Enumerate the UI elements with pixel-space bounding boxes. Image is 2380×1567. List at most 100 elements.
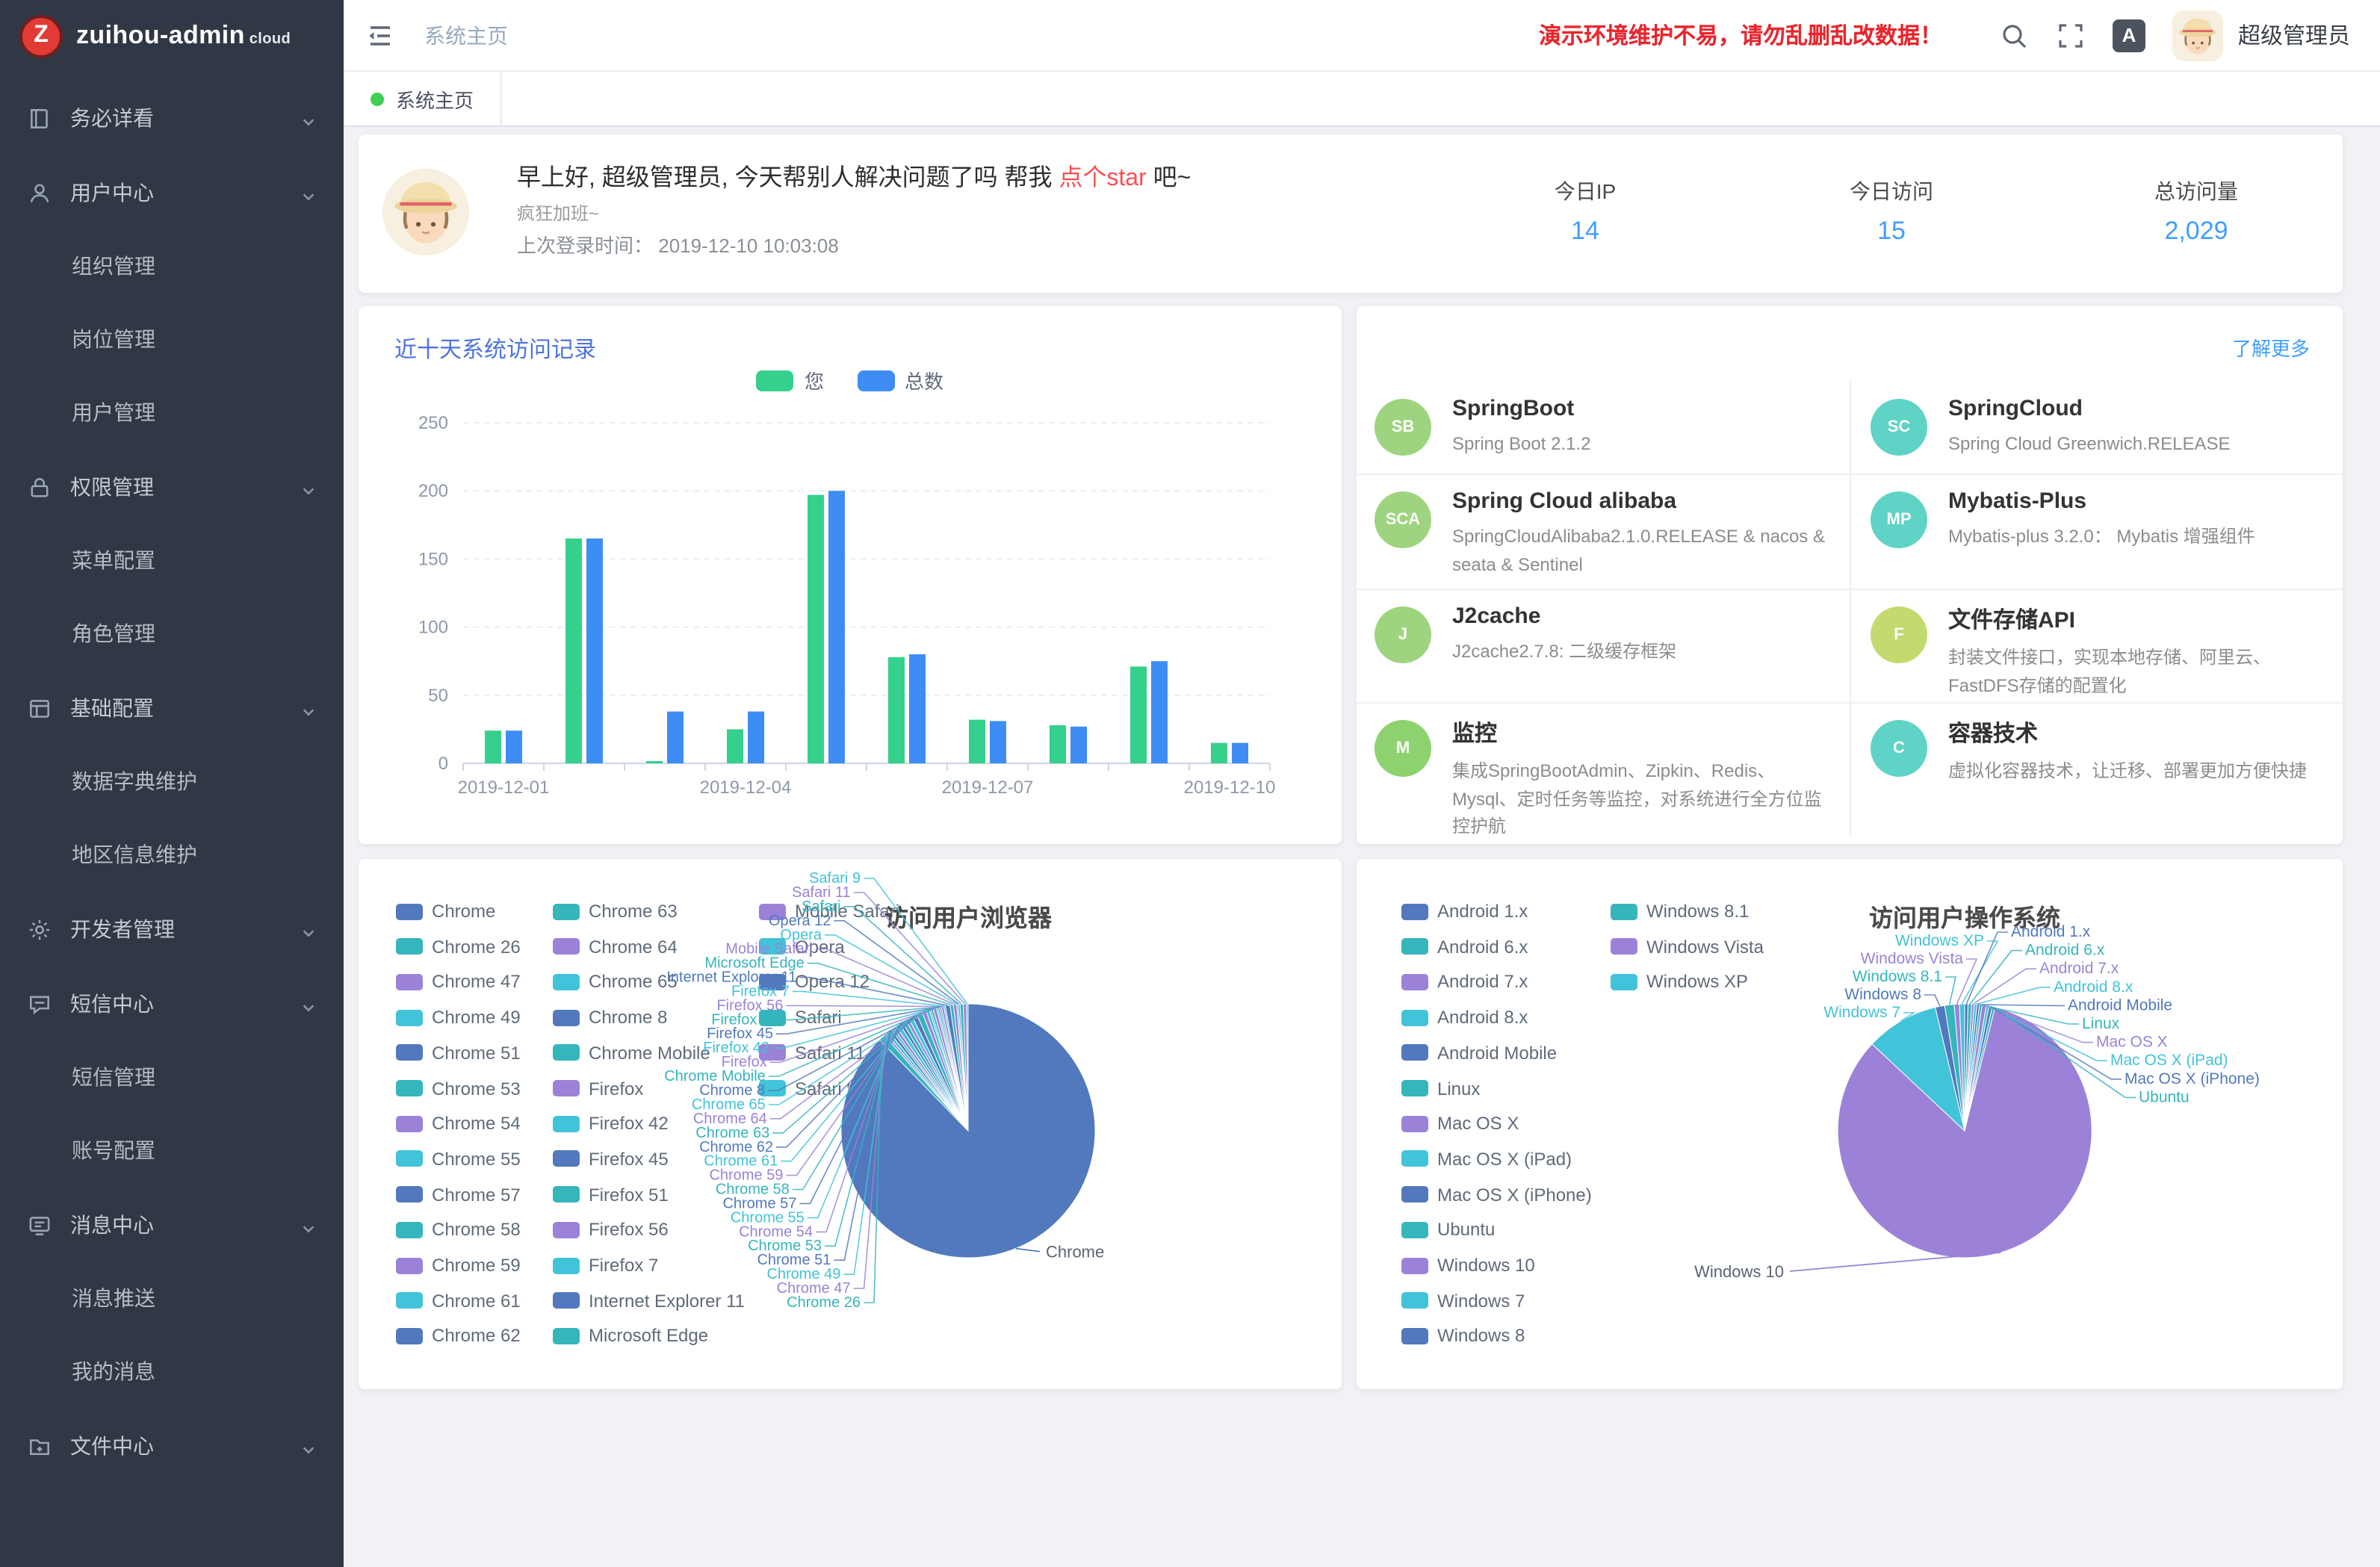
legend-item[interactable]: Safari 11 — [759, 1043, 865, 1064]
stat-2: 总访问量2,029 — [2107, 176, 2286, 246]
legend-item[interactable]: 您 — [757, 366, 824, 394]
chevron-down-icon — [300, 479, 317, 495]
legend-item[interactable]: Chrome 26 — [396, 936, 521, 957]
legend-item[interactable]: Chrome 63 — [553, 901, 678, 922]
legend-item[interactable]: Chrome 59 — [396, 1255, 521, 1276]
sidebar-item-label: 务必详看 — [70, 103, 300, 133]
legend-label: Windows 8 — [1437, 1326, 1525, 1347]
legend-item[interactable]: Windows Vista — [1611, 936, 1764, 957]
legend-swatch — [1401, 938, 1428, 955]
legend-item[interactable]: Android 6.x — [1401, 936, 1528, 957]
legend-item[interactable]: Windows 7 — [1401, 1290, 1525, 1311]
legend-item[interactable]: Ubuntu — [1401, 1220, 1495, 1241]
legend-item[interactable]: Opera — [759, 936, 845, 957]
legend-item[interactable]: Chrome 57 — [396, 1184, 521, 1205]
legend-item[interactable]: Chrome 62 — [396, 1326, 521, 1347]
legend-item[interactable]: Chrome 58 — [396, 1220, 521, 1241]
legend-item[interactable]: Firefox — [553, 1078, 643, 1099]
collapse-menu-icon[interactable] — [365, 20, 394, 50]
sidebar-subitem[interactable]: 岗位管理 — [0, 303, 344, 376]
sidebar-item-3[interactable]: 基础配置 — [0, 671, 344, 745]
legend-label: Android 8.x — [1437, 1007, 1528, 1028]
app-logo[interactable]: Z zuihou-admincloud — [0, 0, 344, 72]
sidebar-subitem[interactable]: 组织管理 — [0, 230, 344, 303]
legend-item[interactable]: Firefox 7 — [553, 1255, 658, 1276]
legend-swatch — [759, 938, 786, 955]
legend-label: Chrome 65 — [589, 972, 678, 993]
sidebar-subitem[interactable]: 数据字典维护 — [0, 745, 344, 819]
sidebar-subitem[interactable]: 账号配置 — [0, 1114, 344, 1188]
legend-item[interactable]: Safari — [759, 1007, 842, 1028]
star-link[interactable]: 点个star — [1059, 166, 1146, 191]
sidebar-subitem[interactable]: 用户管理 — [0, 376, 344, 450]
sidebar-item-label: 短信中心 — [70, 989, 300, 1019]
username[interactable]: 超级管理员 — [2238, 19, 2350, 51]
tab-home[interactable]: 系统主页 — [344, 72, 502, 125]
legend-item[interactable]: Chrome 61 — [396, 1290, 521, 1311]
legend-item[interactable]: Chrome Mobile — [553, 1043, 710, 1064]
legend-item[interactable]: Android 7.x — [1401, 972, 1528, 993]
legend-item[interactable]: Mac OS X — [1401, 1113, 1519, 1134]
browser-pie-legend: Chrome Chrome 26 Chrome 47 Chrome 49 Chrome … — [359, 859, 1342, 1389]
chevron-down-icon — [300, 1438, 317, 1454]
legend-item[interactable]: Internet Explorer 11 — [553, 1290, 745, 1311]
svg-text:2019-12-07: 2019-12-07 — [942, 778, 1034, 798]
svg-text:250: 250 — [418, 413, 448, 433]
sidebar-item-6[interactable]: 消息中心 — [0, 1188, 344, 1262]
legend-item[interactable]: Android Mobile — [1401, 1043, 1557, 1064]
legend-item[interactable]: Mac OS X (iPhone) — [1401, 1184, 1592, 1205]
legend-swatch — [553, 1292, 580, 1309]
legend-item[interactable]: Linux — [1401, 1078, 1480, 1099]
legend-item[interactable]: Chrome 47 — [396, 972, 521, 993]
legend-item[interactable]: Opera 12 — [759, 972, 870, 993]
legend-item[interactable]: Chrome 65 — [553, 972, 678, 993]
legend-label: Chrome 8 — [589, 1007, 667, 1028]
sidebar-subitem[interactable]: 菜单配置 — [0, 524, 344, 598]
sidebar-item-4[interactable]: 开发者管理 — [0, 892, 344, 966]
legend-item[interactable]: Windows 10 — [1401, 1255, 1535, 1276]
sidebar-subitem[interactable]: 短信管理 — [0, 1041, 344, 1114]
legend-item[interactable]: Chrome 51 — [396, 1043, 521, 1064]
sidebar-subitem[interactable]: 我的消息 — [0, 1335, 344, 1409]
legend-item[interactable]: Safari 9 — [759, 1078, 857, 1099]
legend-item[interactable]: Chrome — [396, 901, 495, 922]
sidebar-item-2[interactable]: 权限管理 — [0, 450, 344, 524]
legend-label: Safari 9 — [795, 1078, 857, 1099]
legend-item[interactable]: Microsoft Edge — [553, 1326, 708, 1347]
legend-item[interactable]: Windows 8 — [1401, 1326, 1525, 1347]
legend-item[interactable]: Chrome 49 — [396, 1007, 521, 1028]
sidebar-item-7[interactable]: 文件中心 — [0, 1409, 344, 1483]
legend-item[interactable]: Android 1.x — [1401, 901, 1528, 922]
fullscreen-icon[interactable] — [2056, 20, 2086, 50]
sidebar-subitem[interactable]: 地区信息维护 — [0, 819, 344, 892]
sidebar-subitem[interactable]: 角色管理 — [0, 598, 344, 671]
tech-desc: SpringCloudAlibaba2.1.0.RELEASE & nacos … — [1452, 523, 1835, 578]
legend-item[interactable]: Mac OS X (iPad) — [1401, 1149, 1572, 1170]
legend-item[interactable]: Chrome 64 — [553, 936, 678, 957]
legend-item[interactable]: Firefox 51 — [553, 1184, 669, 1205]
legend-swatch — [1401, 974, 1428, 990]
sidebar: Z zuihou-admincloud 务必详看用户中心组织管理岗位管理用户管理… — [0, 0, 344, 1567]
legend-item[interactable]: Chrome 53 — [396, 1078, 521, 1099]
legend-item[interactable]: Firefox 45 — [553, 1149, 669, 1170]
svg-text:50: 50 — [428, 686, 448, 706]
legend-item[interactable]: Firefox 42 — [553, 1113, 669, 1134]
legend-item[interactable]: Chrome 55 — [396, 1149, 521, 1170]
font-size-icon[interactable]: A — [2113, 19, 2145, 52]
stat-0: 今日IP14 — [1496, 176, 1675, 246]
legend-item[interactable]: Chrome 54 — [396, 1113, 521, 1134]
sidebar-item-1[interactable]: 用户中心 — [0, 155, 344, 230]
legend-item[interactable]: Windows 8.1 — [1611, 901, 1749, 922]
legend-item[interactable]: Firefox 56 — [553, 1220, 669, 1241]
legend-item[interactable]: Windows XP — [1611, 972, 1748, 993]
search-icon[interactable] — [1999, 20, 2029, 50]
legend-swatch — [396, 938, 423, 955]
sidebar-item-0[interactable]: 务必详看 — [0, 81, 344, 155]
legend-item[interactable]: Android 8.x — [1401, 1007, 1528, 1028]
legend-item[interactable]: Chrome 8 — [553, 1007, 667, 1028]
breadcrumb[interactable]: 系统主页 — [424, 20, 508, 50]
user-avatar[interactable] — [2172, 10, 2223, 60]
legend-item[interactable]: 总数 — [857, 366, 943, 394]
sidebar-item-5[interactable]: 短信中心 — [0, 966, 344, 1041]
sidebar-subitem[interactable]: 消息推送 — [0, 1262, 344, 1335]
